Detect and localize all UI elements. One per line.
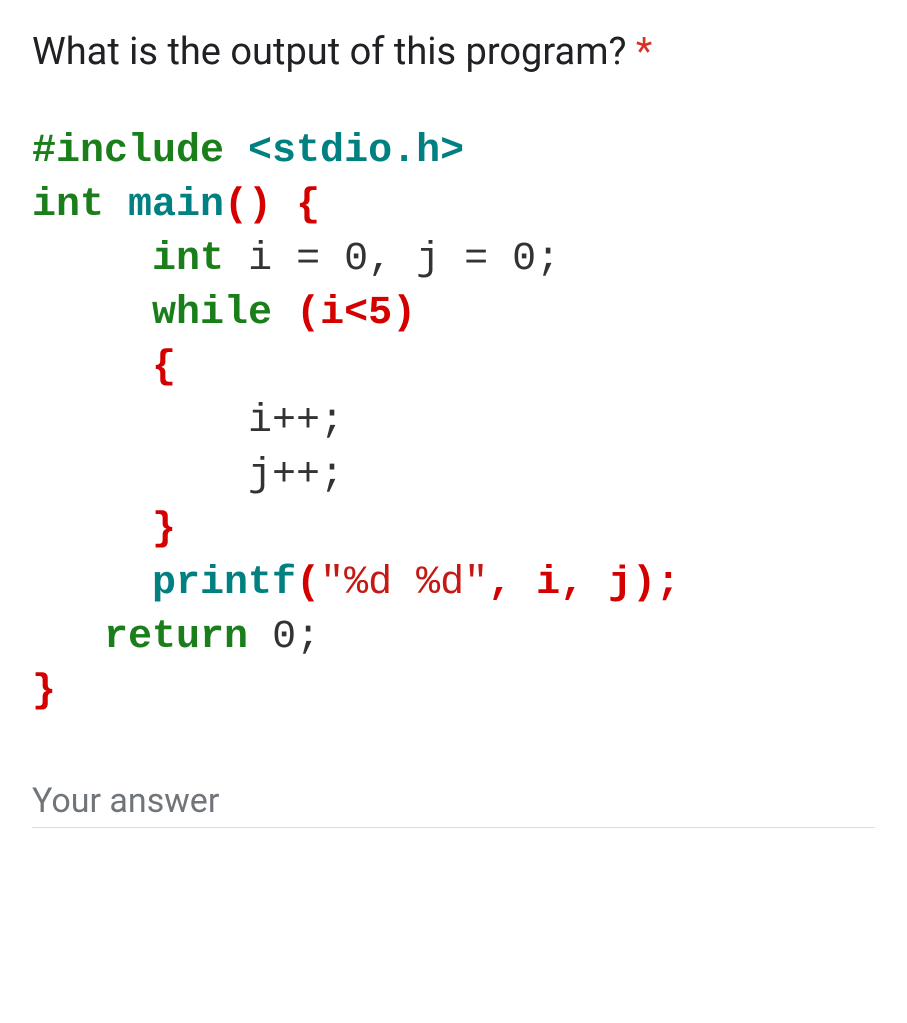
answer-input[interactable] [32, 775, 875, 828]
brace-close: } [152, 507, 176, 552]
question-text: What is the output of this program? * [32, 28, 875, 77]
keyword-return: return [104, 615, 248, 660]
brace-open: { [296, 183, 320, 228]
include-header: <stdio.h> [248, 129, 464, 174]
declaration: i = 0, j = 0; [248, 237, 560, 282]
statement-increment-j: j++; [248, 453, 344, 498]
brace-open: { [152, 345, 176, 390]
code-block: #include <stdio.h> int main() { int i = … [32, 125, 875, 719]
brace-close: } [32, 669, 56, 714]
question-label: What is the output of this program? [32, 30, 626, 74]
while-condition: (i<5) [296, 291, 416, 336]
parens: () [224, 183, 272, 228]
format-string: "%d %d" [320, 561, 488, 606]
keyword-while: while [152, 291, 272, 336]
function-printf: printf [152, 561, 296, 606]
printf-args: , i, j); [488, 561, 680, 606]
required-asterisk: * [636, 30, 652, 74]
statement-increment-i: i++; [248, 399, 344, 444]
keyword-int: int [152, 237, 224, 282]
paren-open: ( [296, 561, 320, 606]
keyword-int: int [32, 183, 104, 228]
return-value: 0; [272, 615, 320, 660]
keyword-include: #include [32, 129, 224, 174]
function-main: main [128, 183, 224, 228]
